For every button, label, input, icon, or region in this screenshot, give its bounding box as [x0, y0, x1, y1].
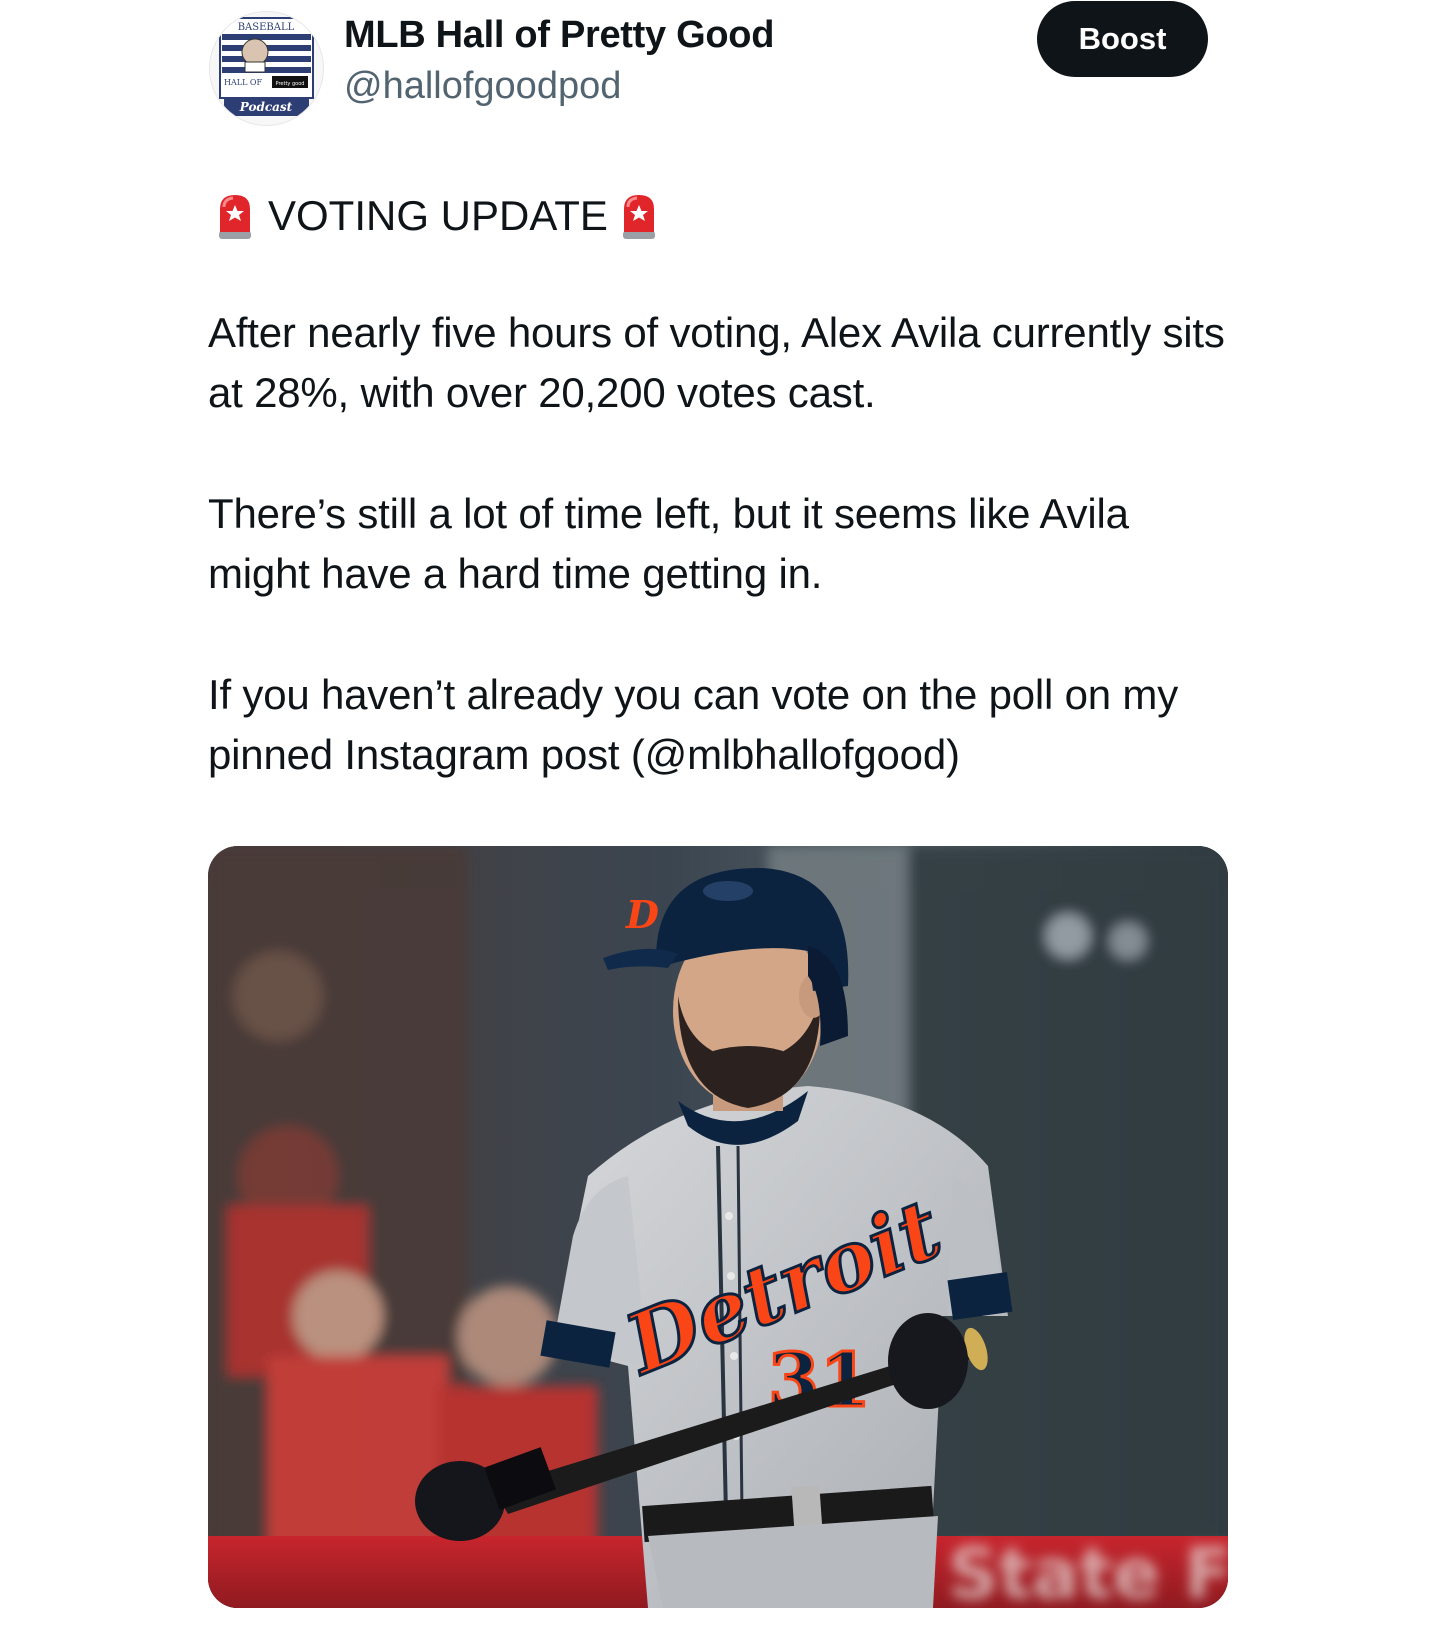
avatar-left-text: HALL OF — [224, 78, 262, 87]
post-photo[interactable]: State F Detroit 31 D — [208, 846, 1228, 1608]
post-headline: VOTING UPDATE — [214, 186, 660, 246]
post-paragraph: There’s still a lot of time left, but it… — [208, 490, 1129, 597]
avatar-top-text: BASEBALL — [238, 22, 295, 33]
svg-text:State F: State F — [948, 1533, 1228, 1608]
boost-button-label: Boost — [1078, 21, 1167, 56]
avatar-bottom-text: Podcast — [239, 100, 293, 114]
police-car-light-icon — [618, 191, 660, 241]
svg-text:D: D — [625, 892, 659, 937]
display-name[interactable]: MLB Hall of Pretty Good — [344, 14, 774, 57]
post-paragraph: After nearly five hours of voting, Alex … — [208, 309, 1225, 416]
police-car-light-icon — [214, 191, 256, 241]
post-paragraph: If you haven’t already you can vote on t… — [208, 671, 1179, 778]
avatar-right-text: Pretty good — [276, 81, 305, 87]
boost-button[interactable]: Boost — [1037, 1, 1208, 77]
account-avatar[interactable]: BASEBALL HALL OF Pretty good Podcast — [209, 11, 324, 126]
post: BASEBALL HALL OF Pretty good Podcast MLB… — [0, 0, 1440, 1627]
account-handle[interactable]: @hallofgoodpod — [344, 65, 621, 108]
headline-text: VOTING UPDATE — [268, 192, 608, 239]
